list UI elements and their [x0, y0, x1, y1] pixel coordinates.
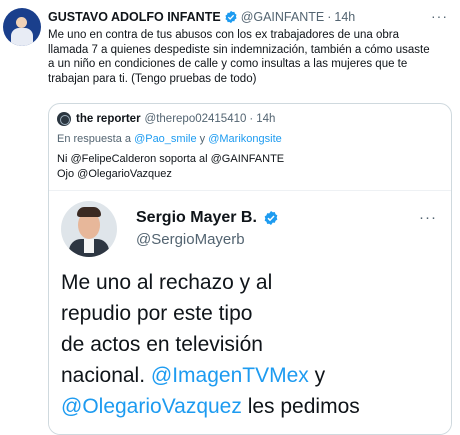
- quoted-text-line: Ni @FelipeCalderon soporta al @GAINFANTE: [57, 153, 285, 165]
- quoted-tweet-timestamp: 14h: [256, 113, 276, 125]
- quoted-tweet-text: Ni @FelipeCalderon soporta al @GAINFANTE…: [57, 152, 284, 181]
- separator-dot: ·: [327, 10, 332, 24]
- embedded-text-fragment: les pedimos: [247, 395, 360, 418]
- quoted-author-name: the reporter: [76, 113, 141, 125]
- embedded-text-line: repudio por este tipo: [61, 302, 253, 325]
- tweet-author-avatar[interactable]: [3, 8, 41, 46]
- quoted-author-handle: @therepo02415410: [144, 113, 247, 125]
- tweet-text: Me uno en contra de tus abusos con los e…: [48, 28, 448, 86]
- embedded-text-line: Me uno al rechazo y al: [61, 271, 273, 294]
- tweet-header: GUSTAVO ADOLFO INFANTE @GAINFANTE · 14h: [48, 10, 355, 24]
- reply-joiner: y: [199, 133, 206, 145]
- quoted-tweet-card[interactable]: the reporter @therepo02415410 · 14h En r…: [48, 103, 452, 435]
- mention-link[interactable]: @Marikongsite: [208, 133, 282, 145]
- tweet-text-line: Me uno en contra de tus abusos con los e…: [48, 29, 399, 41]
- verified-badge-icon: [225, 10, 237, 24]
- avatar-figure-body: [11, 28, 33, 46]
- embedded-text-line: de actos en televisión: [61, 333, 263, 356]
- mention-link: @OlegarioVazquez: [61, 395, 242, 418]
- embedded-author-name: Sergio Mayer B.: [136, 209, 257, 226]
- embedded-author-handle: @SergioMayerb: [136, 231, 245, 248]
- avatar-figure-head: [16, 17, 27, 28]
- more-options-icon[interactable]: ···: [431, 8, 448, 24]
- mention-link: @ImagenTVMex: [150, 364, 309, 387]
- reply-prefix: En respuesta a: [57, 133, 131, 145]
- separator-dot: ·: [249, 113, 254, 125]
- embedded-author-name-row: Sergio Mayer B.: [136, 209, 279, 227]
- quoted-tweet-header: the reporter @therepo02415410 · 14h: [57, 112, 275, 126]
- tweet-author-name[interactable]: GUSTAVO ADOLFO INFANTE: [48, 10, 221, 24]
- tweet-author-handle[interactable]: @GAINFANTE: [241, 10, 325, 24]
- embedded-text-line: nacional. @ImagenTVMex y: [61, 360, 447, 391]
- avatar-hair: [77, 207, 101, 217]
- tweet-text-line: a un niño en condiciones de calle y como…: [48, 58, 408, 70]
- avatar-shirt: [84, 239, 94, 253]
- tweet-text-line: llamada 7 a quienes despediste sin indem…: [48, 43, 430, 56]
- quoted-text-line: Ojo @OlegarioVazquez: [57, 167, 172, 180]
- verified-badge-icon: [264, 211, 278, 225]
- mention-link[interactable]: @Pao_smile: [134, 133, 197, 145]
- embedded-tweet-text: Me uno al rechazo y al repudio por este …: [61, 267, 447, 422]
- quoted-author-avatar[interactable]: [57, 112, 71, 126]
- reply-context: En respuesta a @Pao_smile y @Marikongsit…: [57, 133, 282, 145]
- tweet-text-line: trabajan para ti. (Tengo pruebas de todo…: [48, 72, 257, 85]
- embedded-text-line: @OlegarioVazquez les pedimos: [61, 391, 447, 422]
- embedded-text-fragment: y: [314, 364, 326, 387]
- tweet-timestamp[interactable]: 14h: [334, 10, 355, 24]
- embedded-more-options-icon: ···: [419, 209, 437, 226]
- embedded-text-fragment: nacional.: [61, 364, 146, 387]
- embedded-author-avatar: [61, 201, 117, 257]
- embedded-tweet-screenshot[interactable]: Sergio Mayer B. @SergioMayerb ··· Me uno…: [49, 190, 451, 434]
